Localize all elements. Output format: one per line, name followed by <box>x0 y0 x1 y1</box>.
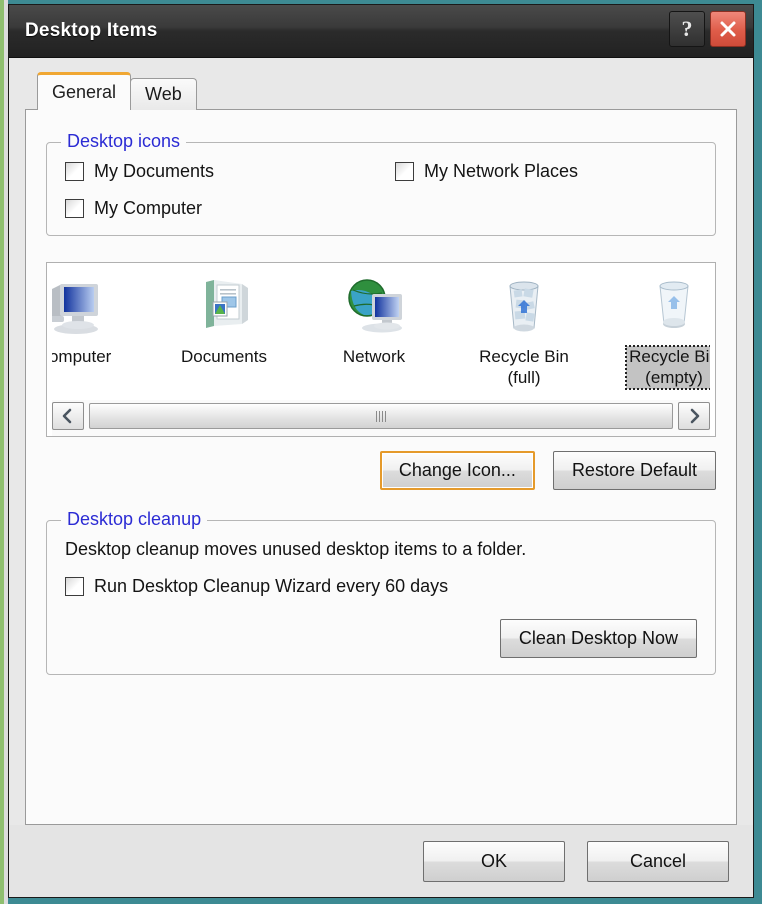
checkbox-box-icon[interactable] <box>65 199 84 218</box>
grid-spacer <box>395 198 697 219</box>
chevron-right-icon <box>690 408 700 424</box>
icon-action-buttons: Change Icon... Restore Default <box>46 451 716 490</box>
tab-page-general: Desktop icons My Documents My Network Pl… <box>25 109 737 825</box>
checkbox-box-icon[interactable] <box>395 162 414 181</box>
checkbox-label: My Computer <box>94 198 203 218</box>
tab-general[interactable]: General <box>37 72 132 110</box>
close-button[interactable] <box>710 11 746 47</box>
cancel-button[interactable]: Cancel <box>587 841 729 882</box>
icon-caption: Documents <box>181 347 267 366</box>
recycle-bin-full-icon <box>492 276 556 338</box>
tab-web[interactable]: Web <box>130 78 197 110</box>
restore-default-button[interactable]: Restore Default <box>552 451 716 490</box>
scrollbar-grip-icon <box>376 410 386 422</box>
tab-general-label: General <box>52 82 117 102</box>
scroll-left-button[interactable] <box>52 402 84 430</box>
icon-list-horizontal-scrollbar[interactable] <box>52 400 710 436</box>
checkbox-run-cleanup-wizard[interactable]: Run Desktop Cleanup Wizard every 60 days <box>65 576 697 597</box>
window-title: Desktop Items <box>25 20 158 41</box>
icon-caption: Recycle Bin (full) <box>479 347 569 387</box>
checkbox-label: My Documents <box>94 161 215 181</box>
question-mark-icon: ? <box>681 16 693 41</box>
chevron-left-icon <box>62 408 72 424</box>
desktop-icons-checkbox-grid: My Documents My Network Places My Comput… <box>65 161 697 219</box>
icon-preview-list[interactable]: Computer <box>46 262 716 437</box>
my-network-places-icon <box>342 276 406 338</box>
checkbox-my-computer[interactable]: My Computer <box>65 198 395 219</box>
desktop-cleanup-legend: Desktop cleanup <box>61 509 208 530</box>
ok-button[interactable]: OK <box>423 841 565 882</box>
icon-caption: Computer <box>52 347 112 366</box>
scrollbar-thumb[interactable] <box>89 403 673 429</box>
icon-strip: Computer <box>52 268 710 398</box>
icon-item-recycle-bin-empty[interactable]: Recycle Bin (empty) <box>599 268 710 398</box>
icon-caption: Network <box>342 347 406 366</box>
close-icon <box>720 21 736 37</box>
desktop-cleanup-group: Desktop cleanup Desktop cleanup moves un… <box>46 509 716 675</box>
icon-caption: Recycle Bin (empty) <box>625 344 710 391</box>
checkbox-label: Run Desktop Cleanup Wizard every 60 days <box>94 576 449 596</box>
clean-now-button-row: Clean Desktop Now <box>65 619 697 658</box>
icon-item-my-network-places[interactable]: Network <box>299 268 449 398</box>
icon-item-my-documents[interactable]: Documents <box>149 268 299 398</box>
tab-web-label: Web <box>145 84 182 104</box>
scrollbar-track[interactable] <box>87 402 675 430</box>
recycle-bin-empty-icon <box>642 276 706 338</box>
desktop-cleanup-description: Desktop cleanup moves unused desktop ite… <box>65 539 527 559</box>
checkbox-box-icon[interactable] <box>65 577 84 596</box>
help-button[interactable]: ? <box>669 11 705 47</box>
desktop-icons-legend: Desktop icons <box>61 131 187 152</box>
my-computer-icon <box>52 276 106 338</box>
title-bar: Desktop Items ? <box>9 5 753 58</box>
checkbox-box-icon[interactable] <box>65 162 84 181</box>
scroll-right-button[interactable] <box>678 402 710 430</box>
title-bar-buttons: ? <box>669 11 746 47</box>
clean-desktop-now-button[interactable]: Clean Desktop Now <box>499 619 697 658</box>
checkbox-my-documents[interactable]: My Documents <box>65 161 395 182</box>
checkbox-my-network-places[interactable]: My Network Places <box>395 161 697 182</box>
dialog-body: General Web Desktop icons My Documents M… <box>9 58 753 825</box>
desktop-icons-group: Desktop icons My Documents My Network Pl… <box>46 131 716 236</box>
tab-strip: General Web <box>25 72 737 110</box>
change-icon-button[interactable]: Change Icon... <box>379 451 535 490</box>
icon-item-my-computer[interactable]: Computer <box>52 268 149 398</box>
desktop-items-dialog: Desktop Items ? General Web Desktop icon… <box>8 4 754 898</box>
dialog-footer: OK Cancel <box>9 825 753 897</box>
icon-item-recycle-bin-full[interactable]: Recycle Bin (full) <box>449 268 599 398</box>
my-documents-icon <box>192 276 256 338</box>
checkbox-label: My Network Places <box>424 161 579 181</box>
